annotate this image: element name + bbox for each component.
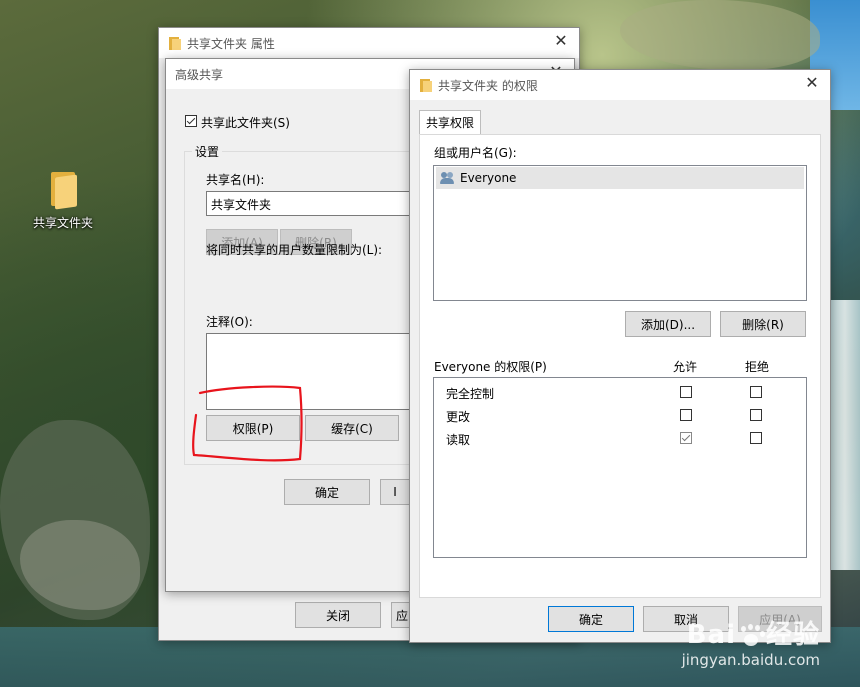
properties-titlebar: 共享文件夹 属性 ✕ xyxy=(159,28,579,58)
folder-icon xyxy=(49,170,77,210)
deny-full-control-checkbox[interactable] xyxy=(750,386,762,398)
ok-button[interactable]: 确定 xyxy=(284,479,370,505)
share-name-label: 共享名(H): xyxy=(206,173,265,187)
permissions-table: 完全控制 更改 读取 xyxy=(433,377,807,558)
permissions-for-label: Everyone 的权限(P) xyxy=(434,360,547,374)
close-button[interactable]: 关闭 xyxy=(295,602,381,628)
list-item[interactable]: Everyone xyxy=(436,167,804,189)
share-folder-label: 共享此文件夹(S) xyxy=(201,116,290,130)
permissions-button[interactable]: 权限(P) xyxy=(206,415,300,441)
cancel-button-partial[interactable]: I xyxy=(380,479,410,505)
folder-icon xyxy=(169,36,181,50)
ok-button[interactable]: 确定 xyxy=(548,606,634,632)
allow-change-checkbox[interactable] xyxy=(680,409,692,421)
share-name-input[interactable]: 共享文件夹 xyxy=(206,191,426,216)
users-listbox[interactable]: Everyone xyxy=(433,165,807,301)
allow-full-control-checkbox[interactable] xyxy=(680,386,692,398)
group-or-user-label: 组或用户名(G): xyxy=(434,146,517,160)
users-icon xyxy=(440,171,456,185)
desktop-folder-shortcut[interactable]: 共享文件夹 xyxy=(28,170,98,231)
settings-group-label: 设置 xyxy=(192,143,223,160)
user-limit-label: 将同时共享的用户数量限制为(L): xyxy=(206,243,383,257)
close-icon[interactable]: ✕ xyxy=(553,33,569,49)
caching-button[interactable]: 缓存(C) xyxy=(305,415,399,441)
deny-column-header: 拒绝 xyxy=(745,360,770,374)
permissions-titlebar: 共享文件夹 的权限 ✕ xyxy=(410,70,830,100)
allow-read-checkbox[interactable] xyxy=(680,432,692,444)
permission-name: 完全控制 xyxy=(446,387,495,401)
tab-share-permissions[interactable]: 共享权限 xyxy=(419,110,482,135)
watermark-url: jingyan.baidu.com xyxy=(681,651,820,669)
cliff-background xyxy=(620,0,820,70)
baidu-watermark: Bai 经验 jingyan.baidu.com xyxy=(682,614,820,669)
deny-read-checkbox[interactable] xyxy=(750,432,762,444)
permissions-dialog: 共享文件夹 的权限 ✕ 共享权限 组或用户名(G): Everyone 添加(D… xyxy=(409,69,831,643)
properties-title: 共享文件夹 属性 xyxy=(187,36,275,51)
add-user-button[interactable]: 添加(D)... xyxy=(625,311,711,337)
folder-icon xyxy=(420,78,432,92)
waterfall-background xyxy=(830,300,860,570)
remove-user-button[interactable]: 删除(R) xyxy=(720,311,806,337)
advanced-share-title: 高级共享 xyxy=(175,67,224,82)
permission-name: 读取 xyxy=(446,433,471,447)
paw-icon xyxy=(738,623,764,649)
close-icon[interactable]: ✕ xyxy=(804,75,820,91)
share-folder-checkbox[interactable] xyxy=(185,115,197,127)
permission-name: 更改 xyxy=(446,410,471,424)
comment-textarea[interactable] xyxy=(206,333,426,410)
user-name: Everyone xyxy=(460,171,517,185)
comment-label: 注释(O): xyxy=(206,315,253,329)
desktop-folder-label: 共享文件夹 xyxy=(32,216,93,230)
watermark-brand: Bai 经验 xyxy=(686,620,820,650)
allow-column-header: 允许 xyxy=(673,360,698,374)
deny-change-checkbox[interactable] xyxy=(750,409,762,421)
permissions-title: 共享文件夹 的权限 xyxy=(438,78,538,93)
